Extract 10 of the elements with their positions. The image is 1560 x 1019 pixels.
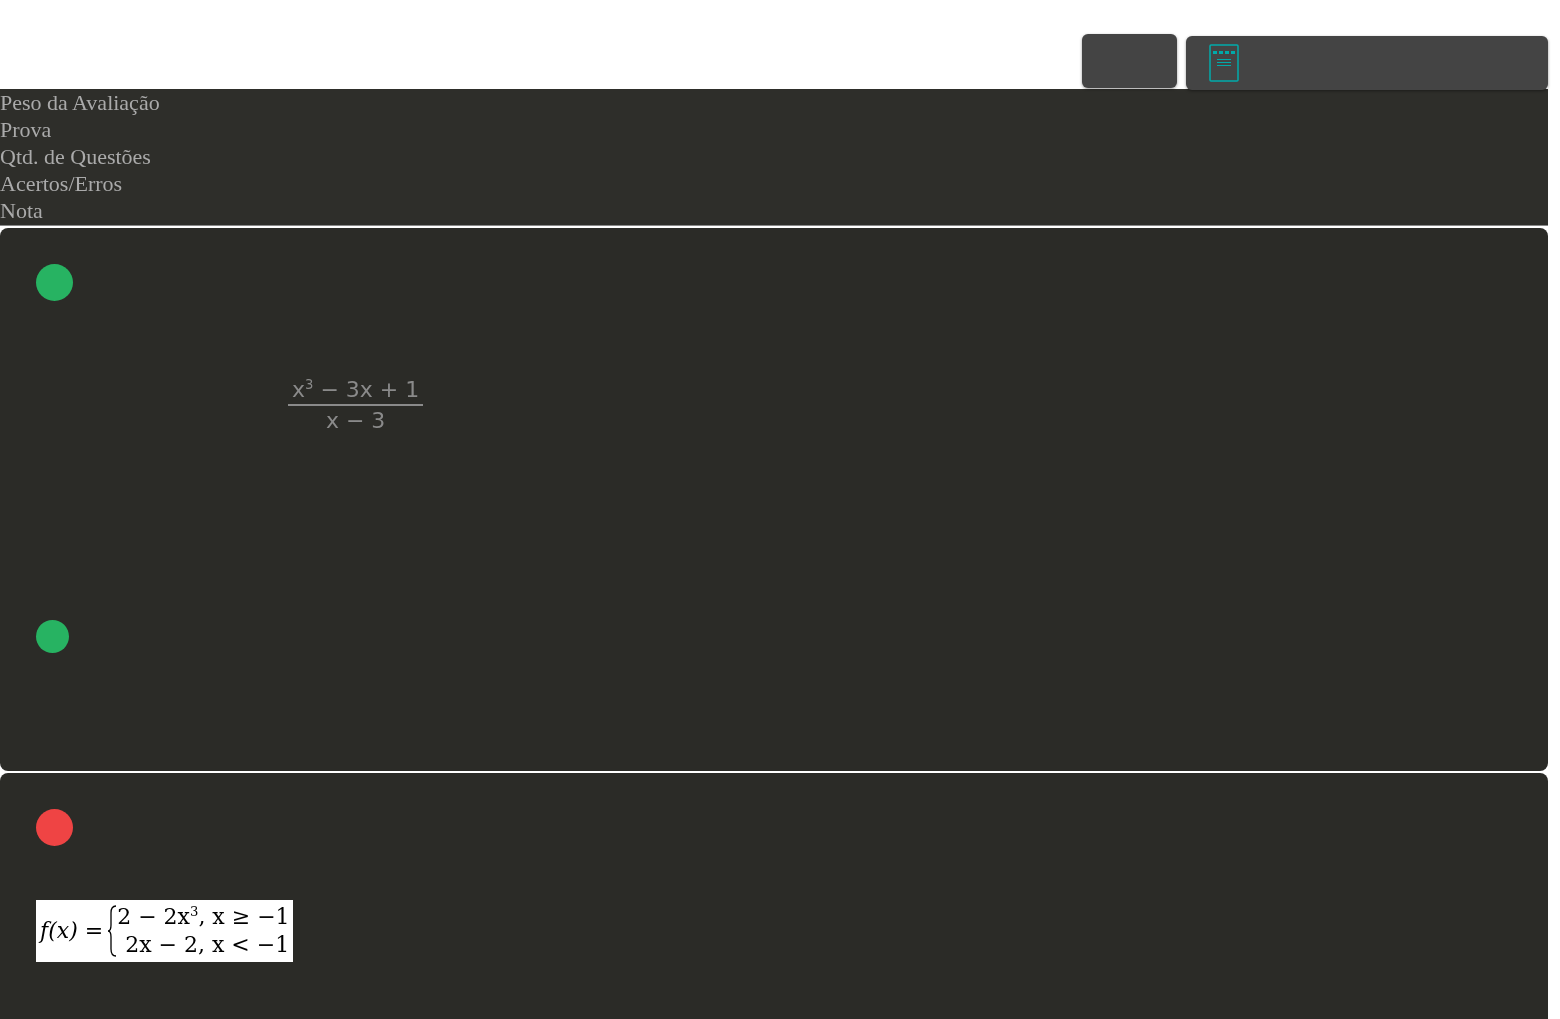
summary-label: Acertos/Erros [0, 170, 123, 197]
summary-label: Prova [0, 116, 52, 143]
fraction-formula: x$^{3}$ − 3x + 1 x − 3 [288, 377, 424, 433]
brace-icon [107, 905, 118, 957]
summary-label: Nota [0, 197, 43, 224]
summary-label: Qtd. de Questões [0, 143, 151, 170]
document-icon [1209, 44, 1240, 82]
summary-label: Peso da Avaliação [0, 89, 160, 116]
document-button[interactable] [1186, 36, 1548, 90]
toolbar-button[interactable] [1082, 34, 1177, 88]
